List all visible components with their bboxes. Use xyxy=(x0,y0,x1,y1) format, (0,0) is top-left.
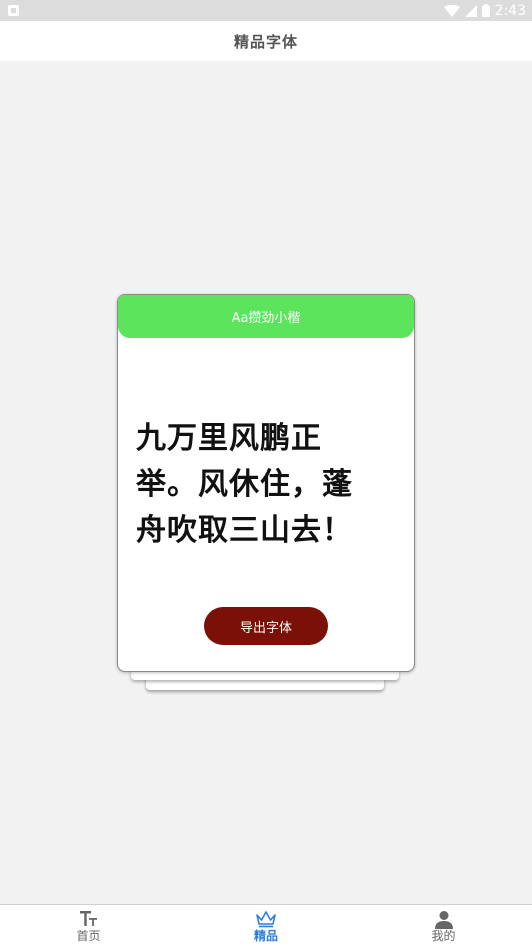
text-size-icon xyxy=(79,909,99,929)
nav-label-home: 首页 xyxy=(76,929,101,943)
nav-item-mine[interactable]: 我的 xyxy=(355,905,532,946)
status-bar: 2:43 xyxy=(0,0,532,21)
preview-line: 舟吹取三山去！ xyxy=(136,513,353,548)
font-card-header: Aa攒劲小楷 xyxy=(118,295,414,338)
person-icon xyxy=(434,909,454,929)
font-preview-text: 九万里风鹏正 举。风休住，蓬 舟吹取三山去！ xyxy=(136,416,398,554)
nav-item-premium[interactable]: 精品 xyxy=(177,905,355,946)
status-left xyxy=(8,5,19,16)
crown-icon xyxy=(255,909,277,929)
nav-label-mine: 我的 xyxy=(431,929,456,943)
export-font-button[interactable]: 导出字体 xyxy=(204,607,328,645)
wifi-icon xyxy=(443,4,460,17)
battery-icon xyxy=(481,4,490,17)
page-title: 精品字体 xyxy=(233,32,298,51)
bottom-nav: 首页 精品 我的 xyxy=(0,904,532,946)
preview-line: 举。风休住，蓬 xyxy=(136,467,353,502)
notification-icon xyxy=(8,5,19,16)
title-bar: 精品字体 xyxy=(0,21,532,61)
signal-icon xyxy=(464,4,477,17)
font-name: Aa攒劲小楷 xyxy=(231,311,301,326)
preview-line: 九万里风鹏正 xyxy=(136,421,322,456)
status-time: 2:43 xyxy=(494,2,526,19)
nav-label-premium: 精品 xyxy=(253,929,278,943)
status-right: 2:43 xyxy=(443,2,526,19)
nav-item-home[interactable]: 首页 xyxy=(0,905,177,946)
font-card[interactable]: Aa攒劲小楷 九万里风鹏正 举。风休住，蓬 舟吹取三山去！ 导出字体 xyxy=(117,294,415,672)
